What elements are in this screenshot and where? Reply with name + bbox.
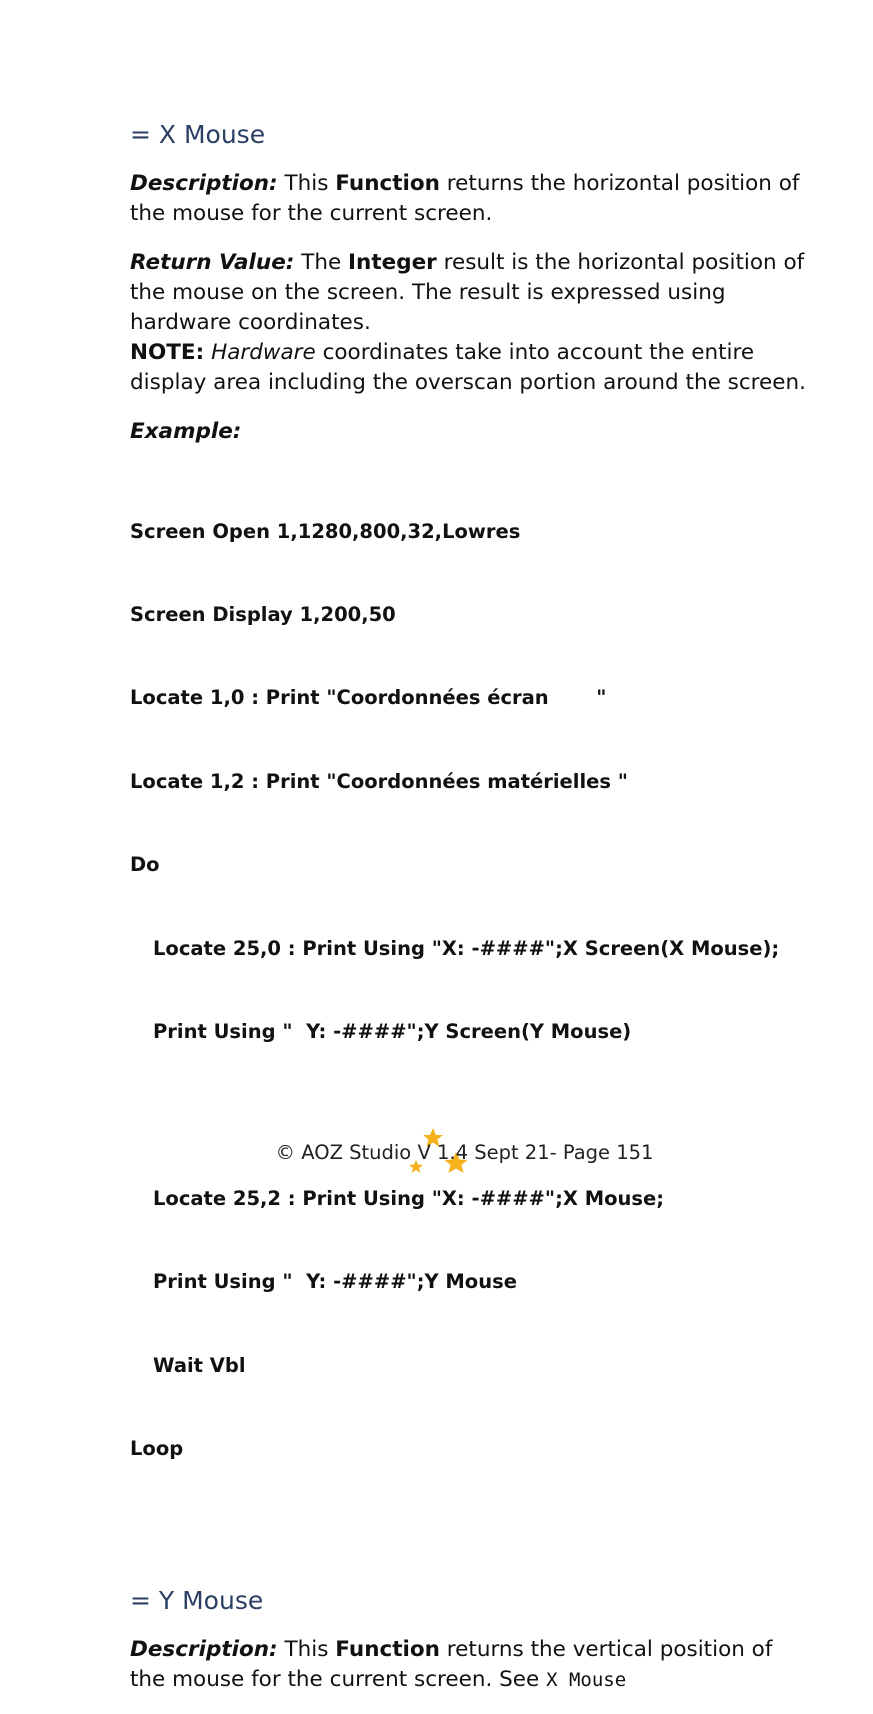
footer-text: © AOZ Studio V 1.4 Sept 21- Page 151 — [275, 1141, 654, 1164]
description-label: Description: — [130, 1637, 278, 1663]
note-x-mouse: NOTE: Hardware coordinates take into acc… — [130, 338, 810, 398]
code-example: Screen Open 1,1280,800,32,Lowres Screen … — [130, 462, 810, 1518]
description-text-pre: This — [277, 1637, 336, 1663]
code-line: Print Using " Y: -####";Y Screen(Y Mouse… — [153, 1019, 632, 1043]
page-footer: © AOZ Studio V 1.4 Sept 21- Page 151 — [0, 1138, 873, 1168]
return-value-label: Return Value: — [130, 250, 295, 275]
code-line: Locate 25,2 : Print Using "X: -####";X M… — [153, 1186, 665, 1210]
function-keyword: Function — [335, 171, 440, 196]
integer-keyword: Integer — [348, 250, 437, 275]
section-heading-y-mouse: = Y Mouse — [130, 1586, 264, 1616]
code-line: Locate 1,2 : Print "Coordonnées matériel… — [130, 769, 628, 793]
return-value-x-mouse: Return Value: The Integer result is the … — [130, 248, 810, 338]
note-label: NOTE: — [130, 340, 205, 365]
code-line: Locate 1,0 : Print "Coordonnées écran " — [130, 686, 607, 710]
description-y-mouse: Description: This Function returns the v… — [130, 1635, 810, 1695]
code-line: Do — [130, 853, 160, 877]
code-line: Screen Open 1,1280,800,32,Lowres — [130, 519, 521, 543]
return-text-pre: The — [294, 250, 349, 275]
code-line: Screen Display 1,200,50 — [130, 602, 396, 626]
hardware-term: Hardware — [211, 340, 316, 365]
document-page: = X Mouse Description: This Function ret… — [130, 118, 810, 1714]
see-reference-x-mouse: X Mouse — [546, 1669, 627, 1692]
function-keyword: Function — [335, 1637, 440, 1663]
code-line: Locate 25,0 : Print Using "X: -####";X S… — [153, 936, 780, 960]
description-text-pre: This — [277, 171, 336, 196]
code-line: Wait Vbl — [153, 1353, 246, 1377]
code-line: Print Using " Y: -####";Y Mouse — [153, 1270, 517, 1294]
code-line: Loop — [130, 1436, 184, 1460]
section-heading-x-mouse: = X Mouse — [130, 120, 266, 149]
description-x-mouse: Description: This Function returns the h… — [130, 169, 810, 229]
description-label: Description: — [130, 171, 278, 196]
example-label: Example: — [130, 419, 242, 444]
